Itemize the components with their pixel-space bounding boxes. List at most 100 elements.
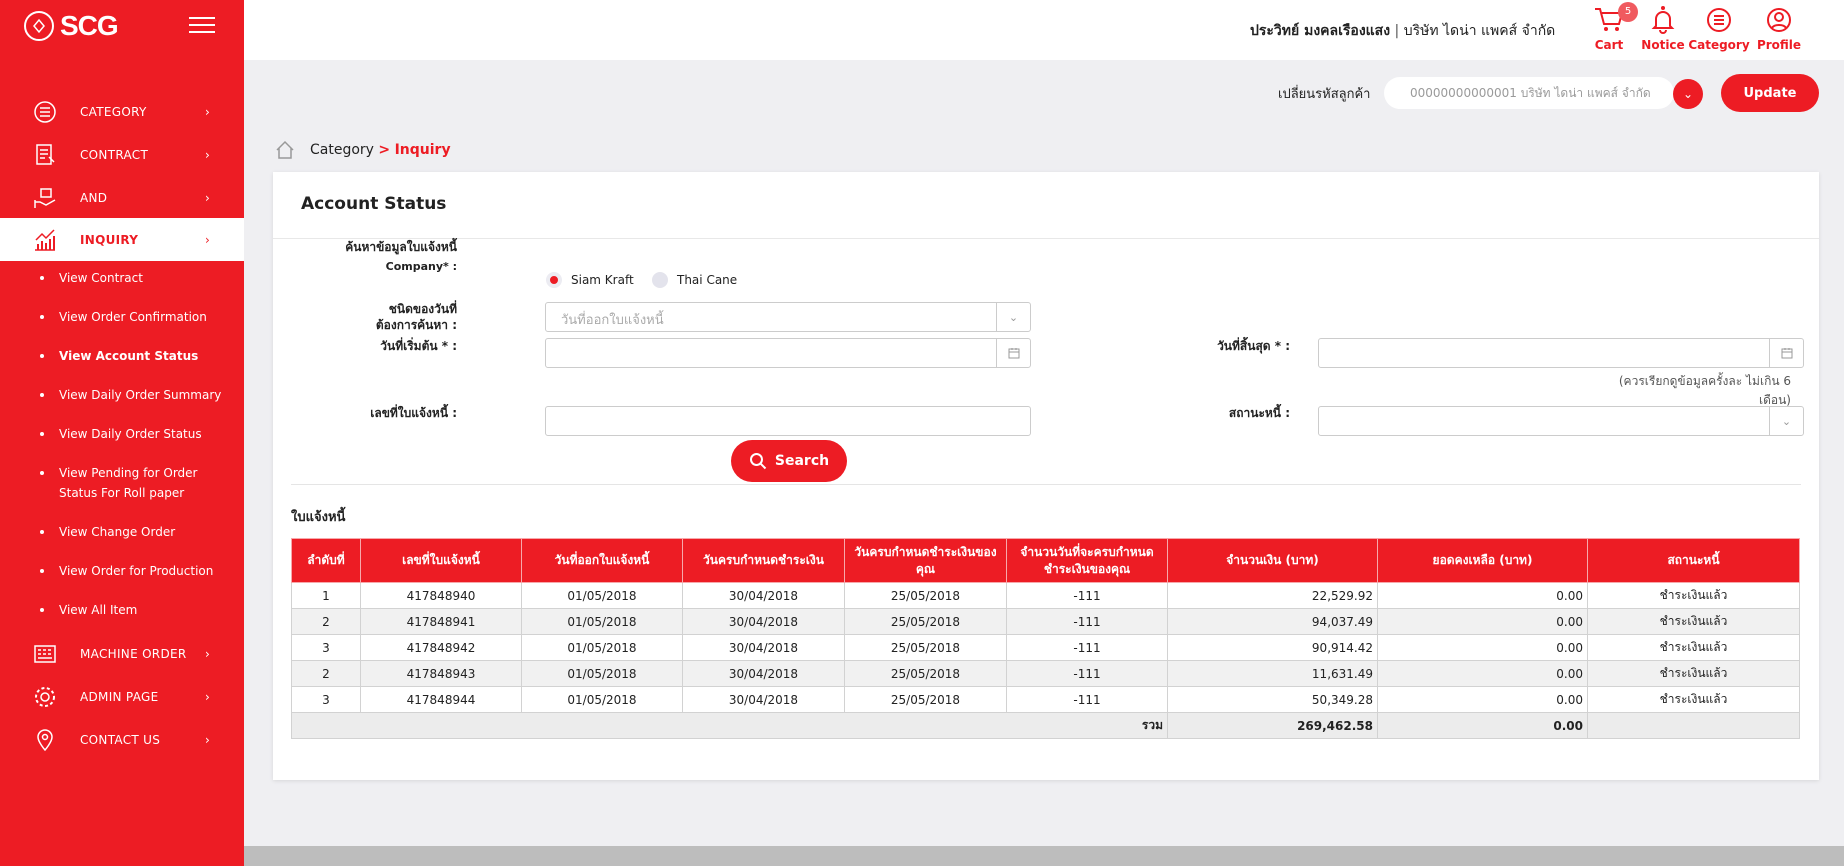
sidebar-item-and[interactable]: AND › — [0, 176, 244, 219]
cell-amount: 94,037.49 — [1167, 608, 1378, 635]
cell-debt-status: ชำระเงินแล้ว — [1587, 608, 1800, 635]
chevron-down-icon: ⌄ — [996, 303, 1030, 331]
footer-strip — [244, 846, 1844, 866]
cell-issue-date: 01/05/2018 — [521, 582, 683, 609]
breadcrumb: Category > Inquiry — [274, 139, 451, 161]
user-name: ประวิทย์ มงคลเรืองแสง — [1250, 23, 1391, 39]
cell-issue-date: 01/05/2018 — [521, 634, 683, 661]
page-title: Account Status — [301, 194, 447, 214]
cell-seq: 3 — [291, 634, 361, 661]
total-label: รวม — [291, 712, 1168, 739]
home-icon[interactable] — [274, 139, 296, 161]
chevron-right-icon: › — [205, 104, 210, 119]
table-row[interactable]: 2 417848943 01/05/2018 30/04/2018 25/05/… — [291, 660, 1800, 687]
sidebar-item-contact-us[interactable]: CONTACT US › — [0, 718, 244, 761]
sidebar-item-label: CATEGORY — [80, 104, 147, 119]
radio-thai-cane[interactable]: Thai Cane — [652, 272, 737, 288]
cell-invoice-no: 417848942 — [360, 634, 522, 661]
cell-debt-status: ชำระเงินแล้ว — [1587, 634, 1800, 661]
date-type-select[interactable]: วันที่ออกใบแจ้งหนี้ ⌄ — [545, 302, 1031, 332]
hamburger-menu-icon[interactable] — [189, 17, 215, 33]
table-row[interactable]: 1 417848940 01/05/2018 30/04/2018 25/05/… — [291, 582, 1800, 609]
invoice-number-label: เลขที่ใบแจ้งหนี้ : — [370, 406, 457, 420]
profile-label: Profile — [1756, 38, 1802, 52]
total-balance: 0.00 — [1377, 712, 1588, 739]
sidebar-item-label: CONTRACT — [80, 147, 149, 162]
start-date-input[interactable] — [545, 338, 1031, 368]
sidebar: SCG CATEGORY › CONTRACT › AND › INQUIRY … — [0, 0, 244, 866]
customer-select[interactable]: 00000000000001 บริษัท ไดน่า แพคส์ จำกัด — [1384, 77, 1674, 109]
customer-change-label: เปลี่ยนรหัสลูกค้า — [1278, 87, 1371, 102]
sidebar-item-inquiry[interactable]: INQUIRY › — [0, 218, 244, 261]
sidebar-item-admin-page[interactable]: ADMIN PAGE › — [0, 675, 244, 718]
radio-siam-kraft[interactable]: Siam Kraft — [546, 272, 634, 288]
sub-item-view-account-status[interactable]: View Account Status — [40, 346, 240, 366]
user-info: ประวิทย์ มงคลเรืองแสง | บริษัท ไดน่า แพค… — [1250, 20, 1555, 42]
cell-debt-status: ชำระเงินแล้ว — [1587, 660, 1800, 687]
cell-seq: 3 — [291, 686, 361, 713]
profile-button[interactable]: Profile — [1744, 6, 1814, 52]
total-amount: 269,462.58 — [1167, 712, 1378, 739]
account-status-card: Account Status ค้นหาข้อมูลใบแจ้งหนี้ Com… — [273, 172, 1819, 780]
cell-days-to-due: -111 — [1006, 608, 1168, 635]
sub-item-view-pending-order-status[interactable]: View Pending for Order Status For Roll p… — [40, 463, 220, 503]
table-row[interactable]: 2 417848941 01/05/2018 30/04/2018 25/05/… — [291, 608, 1800, 635]
cell-issue-date: 01/05/2018 — [521, 660, 683, 687]
update-button[interactable]: Update — [1721, 74, 1819, 112]
cell-amount: 50,349.28 — [1167, 686, 1378, 713]
cell-balance: 0.00 — [1377, 634, 1588, 661]
cell-debt-status: ชำระเงินแล้ว — [1587, 582, 1800, 609]
date-type-value: วันที่ออกใบแจ้งหนี้ — [561, 313, 664, 328]
invoice-number-input[interactable] — [545, 406, 1031, 436]
breadcrumb-separator: > — [378, 142, 391, 158]
chevron-right-icon: › — [205, 190, 210, 205]
profile-icon — [1767, 8, 1791, 32]
table-row[interactable]: 3 417848944 01/05/2018 30/04/2018 25/05/… — [291, 686, 1800, 713]
sidebar-item-label: ADMIN PAGE — [80, 689, 159, 704]
radio-label: Siam Kraft — [571, 273, 634, 287]
search-button[interactable]: Search — [731, 440, 847, 482]
cell-seq: 1 — [291, 582, 361, 609]
col-header-balance: ยอดคงเหลือ (บาท) — [1377, 538, 1588, 583]
chevron-right-icon: › — [205, 732, 210, 747]
cell-days-to-due: -111 — [1006, 660, 1168, 687]
sub-item-view-all-item[interactable]: View All Item — [40, 600, 240, 620]
sub-item-view-order-confirmation[interactable]: View Order Confirmation — [40, 307, 240, 327]
breadcrumb-parent[interactable]: Category — [310, 142, 374, 158]
table-row[interactable]: 3 417848942 01/05/2018 30/04/2018 25/05/… — [291, 634, 1800, 661]
col-header-days-to-due: จำนวนวันที่จะครบกำหนดชำระเงินของคุณ — [1006, 538, 1168, 583]
invoice-table: ลำดับที่ เลขที่ใบแจ้งหนี้ วันที่ออกใบแจ้… — [291, 538, 1800, 739]
cell-days-to-due: -111 — [1006, 686, 1168, 713]
bar-chart-icon — [35, 229, 55, 251]
calendar-icon[interactable] — [1769, 339, 1803, 367]
cell-your-due-date: 25/05/2018 — [844, 686, 1007, 713]
sub-item-view-daily-order-status[interactable]: View Daily Order Status — [40, 424, 240, 444]
scg-logo[interactable]: SCG — [24, 10, 119, 42]
sub-item-view-change-order[interactable]: View Change Order — [40, 522, 240, 542]
sidebar-item-category[interactable]: CATEGORY › — [0, 90, 244, 133]
search-icon — [749, 453, 767, 470]
sub-item-view-order-for-production[interactable]: View Order for Production — [40, 561, 240, 581]
chevron-down-icon[interactable]: ⌄ — [1673, 79, 1703, 109]
col-header-debt-status: สถานะหนี้ — [1587, 538, 1800, 583]
bell-icon — [1651, 6, 1675, 34]
cell-days-to-due: -111 — [1006, 582, 1168, 609]
calendar-icon[interactable] — [996, 339, 1030, 367]
sidebar-item-machine-order[interactable]: MACHINE ORDER › — [0, 632, 244, 675]
col-header-seq: ลำดับที่ — [291, 538, 361, 583]
end-date-input[interactable] — [1318, 338, 1804, 368]
logo-mark-icon — [24, 11, 54, 41]
col-header-invoice-no: เลขที่ใบแจ้งหนี้ — [360, 538, 522, 583]
chevron-right-icon: › — [205, 646, 210, 661]
chevron-right-icon: › — [205, 689, 210, 704]
machine-icon — [34, 645, 56, 663]
radio-selected-icon — [546, 272, 562, 288]
sub-item-view-contract[interactable]: View Contract — [40, 268, 240, 288]
sidebar-item-contract[interactable]: CONTRACT › — [0, 133, 244, 176]
debt-status-label: สถานะหนี้ : — [1228, 406, 1290, 420]
sub-item-view-daily-order-summary[interactable]: View Daily Order Summary — [40, 385, 240, 405]
sidebar-item-label: CONTACT US — [80, 732, 161, 747]
cell-balance: 0.00 — [1377, 686, 1588, 713]
gear-icon — [35, 687, 55, 707]
debt-status-select[interactable]: ⌄ — [1318, 406, 1804, 436]
